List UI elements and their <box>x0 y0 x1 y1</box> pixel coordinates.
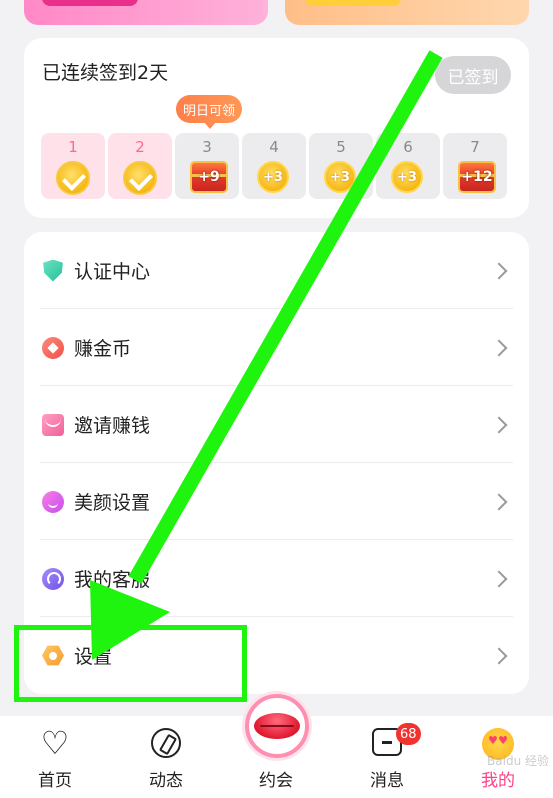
reward-amount: +3 <box>391 161 423 193</box>
chevron-right-icon <box>490 262 508 279</box>
checkin-day-number: 5 <box>336 138 346 156</box>
signed-in-button[interactable]: 已签到 <box>435 56 511 94</box>
chevron-right-icon <box>490 570 508 587</box>
checkin-day[interactable]: 3 +9 <box>175 133 239 199</box>
reward-amount: +3 <box>324 161 356 193</box>
checkin-day[interactable]: 4 +3 <box>242 133 306 199</box>
nav-home-label: 首页 <box>38 771 72 791</box>
reward-amount: +12 <box>461 169 493 185</box>
dating-center-button[interactable] <box>245 694 309 758</box>
menu-item-label: 邀请赚钱 <box>74 415 151 437</box>
menu-item[interactable]: 美颜设置 <box>24 463 529 540</box>
checkin-day[interactable]: 1 <box>41 133 105 199</box>
menu-item-label: 美颜设置 <box>74 492 151 514</box>
checkin-day-number: 1 <box>68 138 78 156</box>
reward-amount: +9 <box>198 169 220 185</box>
nav-messages-label: 消息 <box>370 771 404 791</box>
heart-icon: ♡ <box>40 724 70 762</box>
shield-icon <box>43 259 63 282</box>
coin-icon <box>42 336 64 359</box>
nav-feed-label: 动态 <box>149 771 183 791</box>
menu-item[interactable]: 赚金币 <box>24 309 529 386</box>
nav-home[interactable]: ♡ 首页 <box>10 716 100 798</box>
banner-pill <box>42 0 138 6</box>
checkin-day[interactable]: 7 +12 <box>443 133 507 199</box>
checkin-days-row: 1 2 3 +9 4 +3 5 +3 6 +3 7 +12 <box>41 133 507 199</box>
lips-icon <box>254 713 300 739</box>
nav-mine-label: 我的 <box>481 771 515 791</box>
chevron-right-icon <box>490 493 508 510</box>
beauty-icon <box>42 490 64 513</box>
checkin-day[interactable]: 5 +3 <box>309 133 373 199</box>
checkin-day-number: 7 <box>470 138 480 156</box>
nav-dating-label: 约会 <box>259 771 293 791</box>
vip-banner-card[interactable] <box>24 0 268 25</box>
checkin-day-number: 2 <box>135 138 145 156</box>
tomorrow-claim-tip: 明日可领 <box>176 95 242 129</box>
highlight-box <box>14 625 247 702</box>
menu-item-label: 我的客服 <box>74 569 151 591</box>
menu-item[interactable]: 邀请赚钱 <box>24 386 529 463</box>
checkin-day-number: 6 <box>403 138 413 156</box>
check-coin-icon <box>56 161 90 195</box>
menu-item-label: 认证中心 <box>74 261 151 283</box>
chevron-right-icon <box>490 647 508 664</box>
menu-item-label: 赚金币 <box>74 338 132 360</box>
reward-amount: +3 <box>257 161 289 193</box>
checkin-day[interactable]: 2 <box>108 133 172 199</box>
invite-icon <box>42 413 64 436</box>
watermark: Baidu 经验 <box>487 754 549 768</box>
menu-item[interactable]: 我的客服 <box>24 540 529 617</box>
gold-coin-icon: +3 <box>391 161 425 195</box>
promo-banner-card[interactable] <box>285 0 529 25</box>
unread-badge: 68 <box>396 723 421 745</box>
nav-messages[interactable]: 68 消息 <box>342 716 432 798</box>
checkin-title: 已连续签到2天 <box>42 62 169 84</box>
chevron-right-icon <box>490 339 508 356</box>
customer-service-icon <box>42 567 64 590</box>
checkin-day-number: 4 <box>269 138 279 156</box>
chevron-right-icon <box>490 416 508 433</box>
gold-coin-icon: +3 <box>257 161 291 195</box>
treasure-chest-icon: +12 <box>458 161 496 195</box>
checkin-day[interactable]: 6 +3 <box>376 133 440 199</box>
banner-pill <box>305 0 401 6</box>
gold-coin-icon: +3 <box>324 161 358 195</box>
treasure-chest-icon: +9 <box>190 161 228 195</box>
compass-icon <box>151 728 181 758</box>
check-coin-icon <box>123 161 157 195</box>
nav-feed[interactable]: 动态 <box>121 716 211 798</box>
menu-item[interactable]: 认证中心 <box>24 232 529 309</box>
checkin-day-number: 3 <box>202 138 212 156</box>
